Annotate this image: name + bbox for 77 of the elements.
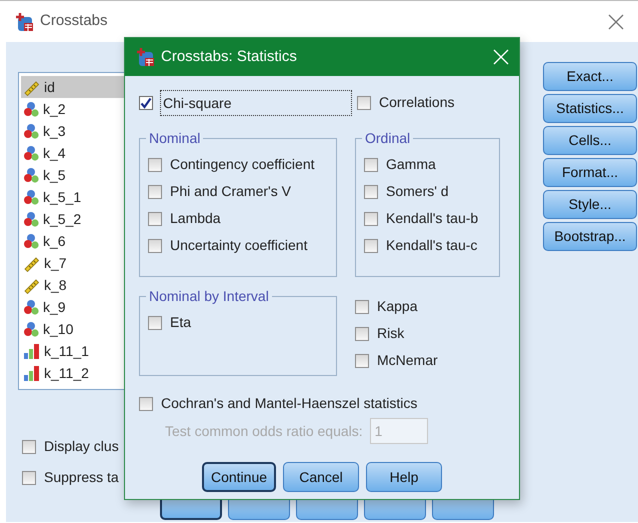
checkbox-label[interactable]: Risk	[377, 323, 404, 344]
variable-item[interactable]: k_10	[21, 318, 127, 340]
variable-item[interactable]: k_11_2	[21, 362, 127, 384]
nominal-icon	[23, 233, 39, 249]
checkbox-label[interactable]: Lambda	[170, 208, 221, 229]
nominal-icon	[23, 211, 39, 227]
checkbox-label[interactable]: Somers' d	[386, 181, 449, 202]
close-icon[interactable]	[608, 14, 624, 30]
side-button[interactable]: Statistics...	[543, 94, 637, 123]
checkbox-label[interactable]: Kendall's tau-c	[386, 235, 478, 256]
variable-item[interactable]: k_6	[21, 230, 127, 252]
variable-item[interactable]: id	[21, 76, 127, 98]
checkbox-label[interactable]: Correlations	[379, 92, 454, 113]
dialog-button[interactable]: Continue	[202, 462, 276, 492]
checkbox[interactable]	[364, 238, 378, 252]
dialog-title: Crosstabs: Statistics	[161, 46, 297, 67]
checkbox-label[interactable]: Chi-square	[161, 90, 351, 114]
checkbox-label[interactable]: Gamma	[386, 154, 436, 175]
checkbox[interactable]	[148, 212, 162, 226]
side-button[interactable]: Exact...	[543, 62, 637, 91]
bar-chart-icon	[23, 364, 40, 382]
variable-item[interactable]: k_5_1	[21, 186, 127, 208]
checkbox-label[interactable]: Eta	[170, 312, 192, 333]
checkbox-label[interactable]: McNemar	[377, 350, 438, 371]
app-icon	[135, 47, 155, 67]
variable-item[interactable]: k_8	[21, 274, 127, 296]
variable-item[interactable]: k_5	[21, 164, 127, 186]
checkbox-label[interactable]: Suppress ta	[44, 467, 119, 488]
ruler-icon	[23, 78, 40, 96]
ruler-icon	[23, 276, 40, 294]
checkbox-label[interactable]: Kappa	[377, 296, 418, 317]
nominal-icon	[23, 123, 39, 139]
variable-item[interactable]: k_11_1	[21, 340, 127, 362]
app-icon	[14, 12, 34, 32]
variable-item[interactable]: k_3	[21, 120, 127, 142]
checkbox-label[interactable]: Uncertainty coefficient	[170, 235, 308, 256]
checkbox-label[interactable]: Contingency coefficient	[170, 154, 314, 175]
checkbox[interactable]	[364, 184, 378, 198]
dialog-button[interactable]: Help	[366, 462, 442, 492]
checkbox[interactable]	[355, 354, 369, 368]
variable-item[interactable]: k_7	[21, 252, 127, 274]
variable-item[interactable]: k_9	[21, 296, 127, 318]
checkbox[interactable]	[148, 184, 162, 198]
variable-item[interactable]: k_4	[21, 142, 127, 164]
variable-item[interactable]: k_2	[21, 98, 127, 120]
checkbox-label[interactable]: Phi and Cramer's V	[170, 181, 291, 202]
checkbox[interactable]	[364, 158, 378, 172]
checkbox[interactable]	[355, 300, 369, 314]
checkbox[interactable]	[22, 470, 36, 484]
nominal-icon	[23, 189, 39, 205]
nominal-icon	[23, 145, 39, 161]
checkbox[interactable]	[148, 158, 162, 172]
bar-chart-icon	[23, 342, 40, 360]
checkbox[interactable]	[22, 440, 36, 454]
side-button[interactable]: Format...	[543, 158, 637, 187]
variable-item[interactable]: k_5_2	[21, 208, 127, 230]
checkbox[interactable]	[357, 96, 371, 110]
nominal-icon	[23, 101, 39, 117]
checkbox[interactable]	[148, 316, 162, 330]
nominal-icon	[23, 167, 39, 183]
nominal-icon	[23, 321, 39, 337]
checkbox[interactable]	[139, 396, 153, 410]
dialog-button[interactable]: Cancel	[283, 462, 359, 492]
side-button[interactable]: Bootstrap...	[543, 222, 637, 251]
window-title: Crosstabs	[40, 11, 108, 32]
nominal-icon	[23, 299, 39, 315]
field-label: Test common odds ratio equals:	[165, 422, 363, 441]
checkbox[interactable]	[148, 238, 162, 252]
checkbox-label[interactable]: Kendall's tau-b	[386, 208, 478, 229]
ruler-icon	[23, 254, 40, 272]
checkbox[interactable]	[364, 212, 378, 226]
checkbox-label[interactable]: Cochran's and Mantel-Haenszel statistics	[161, 393, 418, 414]
side-button[interactable]: Style...	[543, 190, 637, 219]
checkbox[interactable]	[139, 96, 153, 110]
checkbox[interactable]	[355, 326, 369, 340]
side-button[interactable]: Cells...	[543, 126, 637, 155]
checkbox-label[interactable]: Display clus	[44, 436, 119, 457]
